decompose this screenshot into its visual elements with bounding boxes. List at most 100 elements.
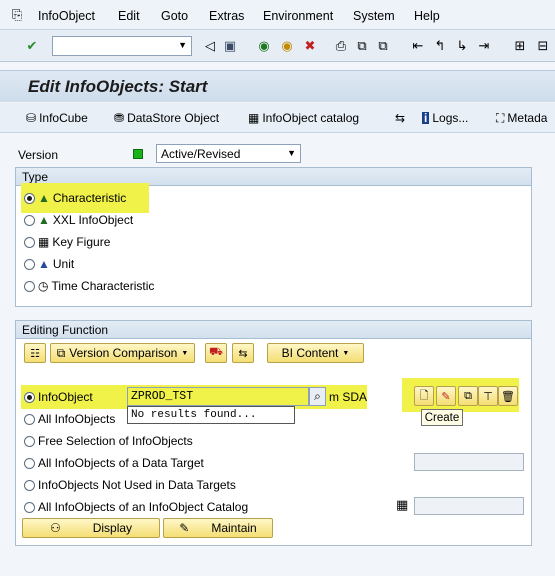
transport-button[interactable]: ⛟ <box>205 343 227 363</box>
radio-infoobject[interactable] <box>24 391 35 403</box>
radio-key-figure[interactable] <box>24 236 35 248</box>
catalog-field[interactable] <box>414 497 524 515</box>
title-bar: Edit InfoObjects: Start <box>0 70 555 102</box>
menu-edit[interactable]: Edit <box>118 9 140 23</box>
time-label: Time Characteristic <box>51 279 155 293</box>
edit-option-infoobject[interactable]: InfoObject <box>24 390 93 404</box>
maintain-button[interactable]: ✎ Maintain <box>163 518 273 538</box>
radio-unit[interactable] <box>24 258 35 270</box>
previous-page-icon[interactable]: ↰ <box>432 37 448 53</box>
create-session-icon[interactable]: ⊞ <box>512 37 528 53</box>
sap-menu-icon[interactable]: ⎘ <box>12 7 22 23</box>
status-green-icon <box>133 149 143 159</box>
search-help-button[interactable]: ⌕ <box>309 387 326 406</box>
bi-content-button[interactable]: BI Content ▼ <box>267 343 364 363</box>
metadata-icon: ⛶ <box>496 111 505 125</box>
type-xxl[interactable]: ▲ XXL InfoObject <box>24 213 133 227</box>
print-icon[interactable]: ⎙ <box>333 37 349 53</box>
chevron-down-icon[interactable]: ▼ <box>287 148 296 158</box>
hierarchy-button[interactable]: ☷ <box>24 343 46 363</box>
free-selection-label: Free Selection of InfoObjects <box>38 434 193 448</box>
find-icon[interactable]: ⧉ <box>354 37 370 53</box>
version-value: Active/Revised <box>161 147 241 161</box>
editing-group-title: Editing Function <box>16 321 531 339</box>
menu-goto[interactable]: Goto <box>161 9 188 23</box>
menu-infoobject[interactable]: InfoObject <box>38 9 95 23</box>
data-target-field[interactable] <box>414 453 524 471</box>
create-button[interactable]: 🗋 <box>414 386 434 406</box>
menu-extras[interactable]: Extras <box>209 9 244 23</box>
dropdown-icon: ▼ <box>342 349 350 357</box>
display-button[interactable]: ⚇ Display <box>22 518 160 538</box>
edit-option-not-used[interactable]: InfoObjects Not Used in Data Targets <box>24 478 236 492</box>
radio-not-used[interactable] <box>24 479 35 491</box>
all-infoobjects-label: All InfoObjects <box>38 412 116 426</box>
version-select[interactable]: Active/Revised ▼ <box>156 144 301 163</box>
command-field[interactable]: ▼ <box>52 36 192 56</box>
type-time[interactable]: ◷ Time Characteristic <box>24 279 154 293</box>
version-comparison-button[interactable]: ⧉ Version Comparison ▼ <box>50 343 195 363</box>
menu-environment[interactable]: Environment <box>263 9 333 23</box>
type-unit[interactable]: ▲ Unit <box>24 257 74 271</box>
change-button[interactable]: ✎ <box>436 386 456 406</box>
edit-option-data-target[interactable]: All InfoObjects of a Data Target <box>24 456 204 470</box>
copy-button[interactable]: ⧉ <box>458 386 478 406</box>
catalog-button[interactable]: ▦ InfoObject catalog <box>248 111 359 125</box>
hierarchy-icon: ☷ <box>30 347 40 360</box>
datastore-label: DataStore Object <box>127 111 220 125</box>
edit-option-all[interactable]: All InfoObjects <box>24 412 115 426</box>
rename-button[interactable]: ⊤ <box>478 386 498 406</box>
new-document-icon: 🗋 <box>419 389 429 402</box>
cancel-icon[interactable]: ✖ <box>302 37 318 53</box>
back-arrow-icon[interactable]: ◁ <box>202 37 218 53</box>
xxl-icon: ▲ <box>38 213 50 227</box>
exit-icon[interactable]: ◉ <box>279 37 295 53</box>
chevron-down-icon[interactable]: ▼ <box>178 40 187 50</box>
infocube-label: InfoCube <box>39 111 88 125</box>
infoobject-input[interactable]: ZPROD_TST <box>127 387 309 406</box>
type-characteristic[interactable]: ▲ Characteristic <box>21 183 149 213</box>
last-page-icon[interactable]: ⇥ <box>476 37 492 53</box>
trash-icon: 🗑 <box>501 390 515 403</box>
delete-button[interactable]: 🗑 <box>498 386 518 406</box>
characteristic-icon: ▲ <box>38 191 50 205</box>
transfer-icon[interactable]: ⇆ <box>395 111 405 125</box>
key-figure-label: Key Figure <box>52 235 111 249</box>
metadata-label: Metada <box>507 111 548 125</box>
shortcut-icon[interactable]: ⊟ <box>535 37 551 53</box>
suggestion-text: No results found... <box>131 409 257 421</box>
display-label: Display <box>92 521 133 535</box>
radio-all[interactable] <box>24 413 35 425</box>
infocube-button[interactable]: ⛁ InfoCube <box>26 111 88 125</box>
radio-data-target[interactable] <box>24 457 35 469</box>
search-icon: ⌕ <box>314 389 321 403</box>
standard-toolbar: ✔ ▼ ◁ ▣ ◉ ◉ ✖ ⎙ ⧉ ⧉ ⇤ ↰ ↳ ⇥ ⊞ ⊟ <box>0 30 555 62</box>
data-target-label: All InfoObjects of a Data Target <box>38 456 204 470</box>
catalog-text-fragment: m SDA <box>329 390 368 404</box>
metadata-button[interactable]: ⛶ Metada <box>496 111 547 125</box>
enter-check-icon[interactable]: ✔ <box>24 37 40 53</box>
logs-button[interactable]: i Logs... <box>422 111 468 125</box>
infoobject-option-label: InfoObject <box>38 390 93 404</box>
menu-help[interactable]: Help <box>414 9 440 23</box>
find-next-icon[interactable]: ⧉ <box>375 37 391 53</box>
radio-catalog[interactable] <box>24 501 35 513</box>
type-key-figure[interactable]: ▦ Key Figure <box>24 235 110 249</box>
radio-xxl[interactable] <box>24 214 35 226</box>
save-icon[interactable]: ▣ <box>222 37 238 53</box>
radio-characteristic[interactable] <box>24 192 35 204</box>
edit-option-free-selection[interactable]: Free Selection of InfoObjects <box>24 434 193 448</box>
radio-free-selection[interactable] <box>24 435 35 447</box>
datastore-button[interactable]: ⛃ DataStore Object <box>114 111 219 125</box>
next-page-icon[interactable]: ↳ <box>454 37 470 53</box>
menu-system[interactable]: System <box>353 9 395 23</box>
transfer-button[interactable]: ⇆ <box>232 343 254 363</box>
first-page-icon[interactable]: ⇤ <box>410 37 426 53</box>
radio-time[interactable] <box>24 280 35 292</box>
unit-label: Unit <box>52 257 75 271</box>
copy-icon: ⧉ <box>464 389 472 402</box>
datastore-icon: ⛃ <box>114 111 125 125</box>
clock-icon: ◷ <box>38 279 49 293</box>
back-icon[interactable]: ◉ <box>256 37 272 53</box>
edit-option-catalog[interactable]: All InfoObjects of an InfoObject Catalog <box>24 500 248 514</box>
